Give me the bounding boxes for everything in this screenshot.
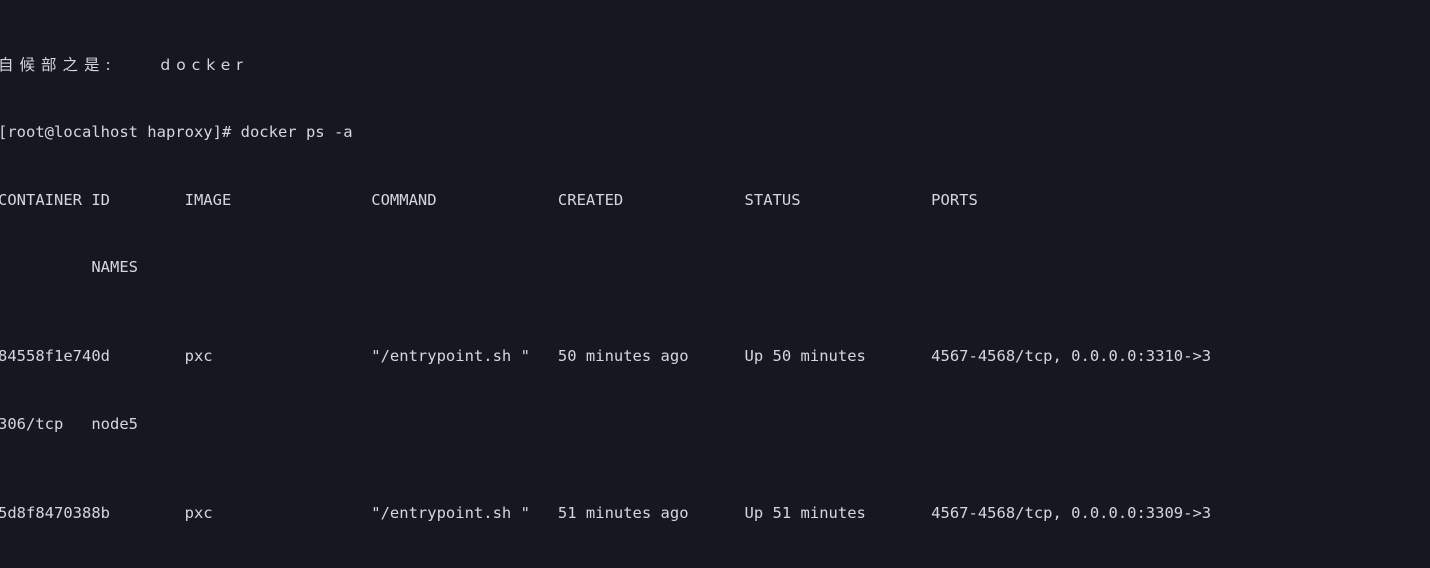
terminal-line-partial-top: 自候部之是: docker bbox=[0, 56, 249, 75]
table-row: 5d8f8470388b pxc "/entrypoint.sh " 51 mi… bbox=[0, 504, 1212, 523]
terminal-scroll-buffer: 自候部之是: docker [root@localhost haproxy]# … bbox=[0, 0, 1430, 568]
terminal-line-prompt-docker-ps: [root@localhost haproxy]# docker ps -a bbox=[0, 123, 353, 142]
table-row-wrap: 306/tcp node5 bbox=[0, 414, 138, 433]
docker-ps-header-row: CONTAINER ID IMAGE COMMAND CREATED STATU… bbox=[0, 190, 978, 209]
docker-ps-header-row-wrap: NAMES bbox=[0, 257, 138, 276]
terminal-window[interactable]: 自候部之是: docker [root@localhost haproxy]# … bbox=[0, 0, 1430, 568]
table-row: 84558f1e740d pxc "/entrypoint.sh " 50 mi… bbox=[0, 347, 1212, 366]
